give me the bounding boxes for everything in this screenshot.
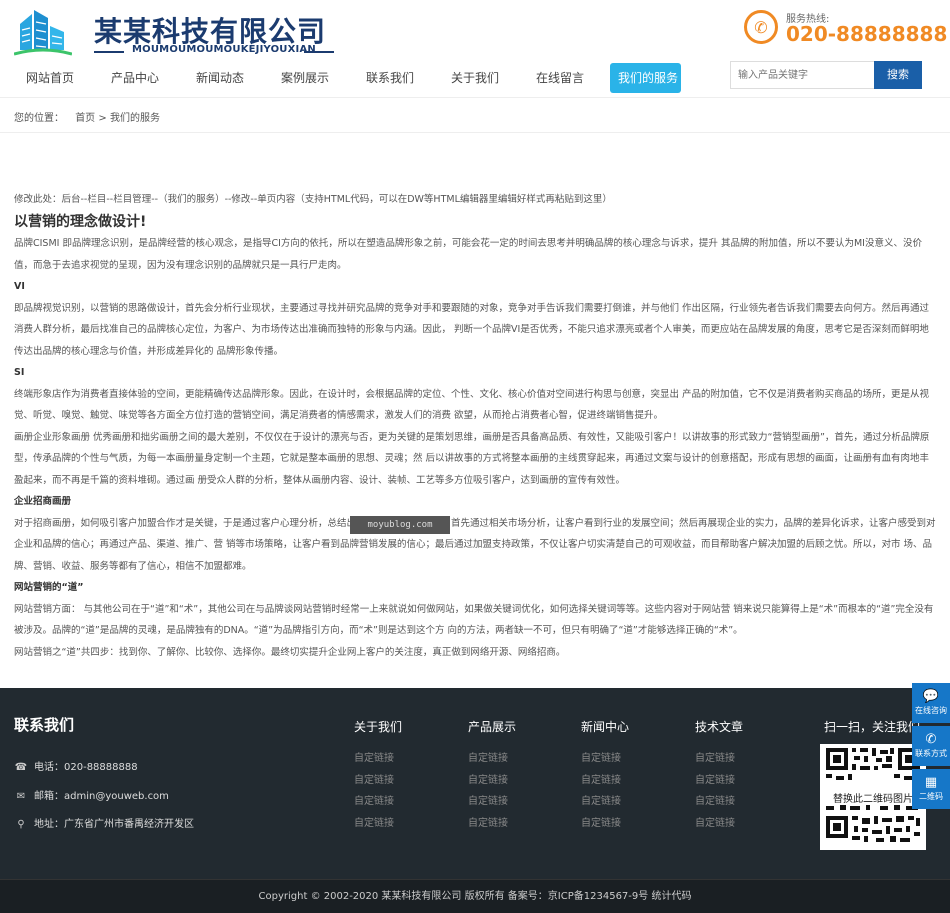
nav-item-home[interactable]: 网站首页 [14, 63, 86, 93]
qr-code: 替换此二维码图片 [820, 744, 926, 850]
building-logo-icon [14, 10, 72, 56]
footer-link[interactable]: 自定链接 [468, 813, 568, 835]
nav-item-contact[interactable]: 联系我们 [354, 63, 426, 93]
footer-column-title: 新闻中心 [581, 720, 630, 734]
location-pin-icon: ⚲ [17, 819, 25, 830]
footer-column-title: 关于我们 [354, 720, 403, 734]
nav-item-services[interactable]: 我们的服务 [610, 63, 681, 93]
footer-link[interactable]: 自定链接 [581, 770, 681, 792]
divider [0, 132, 950, 133]
paragraph-si: 终端形象店作为消费者直接体验的空间，更能精确传达品牌形象。因此，在设计时，会根据… [14, 388, 930, 422]
search-input[interactable] [730, 61, 875, 89]
phone-icon: ✆ [925, 732, 937, 747]
nav-item-products[interactable]: 产品中心 [99, 63, 171, 93]
heading-vi: VI [14, 281, 25, 292]
footer-link[interactable]: 自定链接 [468, 748, 568, 770]
chat-icon: 💬 [922, 689, 940, 704]
footer-email: ✉ 邮箱：admin@youweb.com [14, 787, 169, 803]
nav-item-cases[interactable]: 案例展示 [269, 63, 341, 93]
side-float-bar: 💬 在线咨询 ✆ 联系方式 ▦ 二维码 [912, 683, 950, 812]
footer-link[interactable]: 自定链接 [695, 791, 795, 813]
nav-item-message[interactable]: 在线留言 [524, 63, 596, 93]
site-footer: 联系我们 ☎ 电话：020-88888888 ✉ 邮箱：admin@youweb.c… [0, 688, 950, 913]
paragraph-vi: 即品牌视觉识别，以营销的思路做设计，首先会分析行业现状，主要通过寻找并研究品牌的… [14, 302, 930, 357]
footer-link[interactable]: 自定链接 [468, 770, 568, 792]
breadcrumb-separator: > [98, 113, 107, 124]
qr-caption: 替换此二维码图片 [820, 790, 926, 805]
side-item-label: 二维码 [919, 792, 943, 801]
footer-link[interactable]: 自定链接 [581, 748, 681, 770]
footer-link[interactable]: 自定链接 [354, 813, 454, 835]
footer-column-products: 产品展示 自定链接 自定链接 自定链接 自定链接 [468, 718, 568, 834]
paragraph-cismi: 品牌CISMI 即品牌理念识别，是品牌经营的核心观念，是指导CI方向的依托，所以… [14, 238, 922, 271]
footer-column-title: 技术文章 [695, 720, 744, 734]
phone-icon: ✆ [744, 10, 778, 44]
footer-link[interactable]: 自定链接 [354, 748, 454, 770]
qrcode-icon: ▦ [924, 775, 938, 790]
main-nav: 网站首页 产品中心 新闻动态 案例展示 联系我们 关于我们 在线留言 我们的服务 [14, 63, 714, 93]
nav-item-news[interactable]: 新闻动态 [184, 63, 256, 93]
side-qrcode[interactable]: ▦ 二维码 [912, 769, 950, 809]
footer-phone: ☎ 电话：020-88888888 [14, 758, 138, 774]
footer-column-news: 新闻中心 自定链接 自定链接 自定链接 自定链接 [581, 718, 681, 834]
site-logo[interactable]: 某某科技有限公司 MOUMOUMOUMOUKEJIYOUXIAN [14, 6, 334, 58]
breadcrumb-prefix: 您的位置： [14, 113, 64, 124]
paragraph-brochure: 画册企业形象画册 优秀画册和拙劣画册之间的最大差别，不仅仅在于设计的漂亮与否，更… [14, 431, 930, 486]
side-online-consult[interactable]: 💬 在线咨询 [912, 683, 950, 723]
hotline: ✆ 服务热线: 020-88888888 [744, 8, 948, 52]
footer-address-text: 地址：广东省广州市番禺经济开发区 [34, 819, 194, 830]
footer-link[interactable]: 自定链接 [581, 813, 681, 835]
breadcrumb-home[interactable]: 首页 [75, 113, 95, 124]
footer-column-articles: 技术文章 自定链接 自定链接 自定链接 自定链接 [695, 718, 795, 834]
footer-address: ⚲ 地址：广东省广州市番禺经济开发区 [14, 815, 194, 831]
copyright-bar: Copyright © 2002-2020 某某科技有限公司 版权所有 备案号：… [0, 879, 950, 913]
footer-link[interactable]: 自定链接 [581, 791, 681, 813]
breadcrumb-current[interactable]: 我们的服务 [110, 113, 160, 124]
footer-column-about: 关于我们 自定链接 自定链接 自定链接 自定链接 [354, 718, 454, 834]
paragraph-web-marketing: 网站营销方面： 与其他公司在于“道”和“术”，其他公司在与品牌谈网站营销时经常一… [14, 603, 934, 637]
page-title: 以营销的理念做设计! [14, 214, 147, 230]
footer-link[interactable]: 自定链接 [354, 770, 454, 792]
page-content: 修改此处：后台--栏目--栏目管理--（我们的服务）--修改--单页内容（支持H… [14, 192, 938, 663]
company-subtitle-text: MOUMOUMOUMOUKEJIYOUXIAN [132, 44, 316, 55]
mail-icon: ✉ [16, 791, 26, 802]
footer-link[interactable]: 自定链接 [468, 791, 568, 813]
breadcrumb: 您的位置： 首页 > 我们的服务 [14, 109, 160, 124]
printer-icon: ☎ [14, 762, 28, 773]
footer-phone-text: 电话：020-88888888 [34, 762, 138, 773]
side-item-label: 联系方式 [915, 749, 947, 758]
footer-email-text: 邮箱：admin@youweb.com [34, 791, 169, 802]
company-subtitle: MOUMOUMOUMOUKEJIYOUXIAN [94, 44, 334, 60]
side-item-label: 在线咨询 [915, 706, 947, 715]
qr-title: 扫一扫，关注我们 [824, 720, 921, 734]
side-contact[interactable]: ✆ 联系方式 [912, 726, 950, 766]
heading-web-marketing: 网站营销的“道” [14, 582, 84, 593]
footer-link[interactable]: 自定链接 [695, 770, 795, 792]
watermark: moyublog.com [350, 516, 450, 534]
paragraph-investment: 对于招商画册，如何吸引客户加盟合作才是关键，于是通过客户心理分析，总结出客户加盟… [14, 517, 936, 572]
footer-contact-title: 联系我们 [14, 716, 75, 734]
nav-item-about[interactable]: 关于我们 [439, 63, 511, 93]
footer-column-title: 产品展示 [468, 720, 517, 734]
search-box: 搜索 [730, 61, 922, 89]
paragraph-web-steps: 网站营销之“道”共四步：找到你、了解你、比较你、选择你。最终切实提升企业网上客户… [14, 646, 566, 658]
site-header: 某某科技有限公司 MOUMOUMOUMOUKEJIYOUXIAN ✆ 服务热线:… [0, 0, 950, 98]
footer-link[interactable]: 自定链接 [695, 748, 795, 770]
heading-investment-brochure: 企业招商画册 [14, 496, 72, 507]
footer-link[interactable]: 自定链接 [354, 791, 454, 813]
footer-link[interactable]: 自定链接 [695, 813, 795, 835]
hotline-number: 020-88888888 [786, 22, 948, 46]
edit-note: 修改此处：后台--栏目--栏目管理--（我们的服务）--修改--单页内容（支持H… [14, 194, 612, 205]
search-button[interactable]: 搜索 [874, 61, 922, 89]
heading-si: SI [14, 367, 25, 378]
